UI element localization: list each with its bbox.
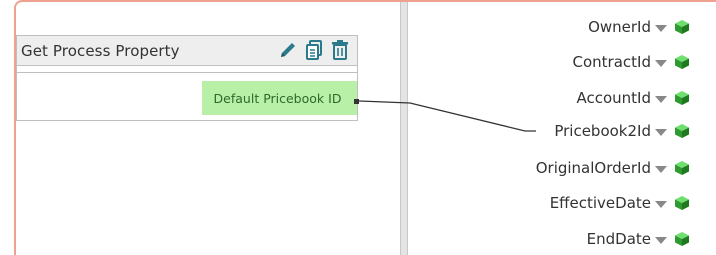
field-label: OriginalOrderId	[535, 159, 651, 177]
caret-down-icon[interactable]	[654, 124, 668, 138]
cube-icon	[674, 90, 690, 106]
field-label: AccountId	[576, 89, 651, 107]
field-label: OwnerId	[588, 18, 651, 36]
get-process-property-shape[interactable]: Get Process Property Default Pricebook I…	[16, 35, 358, 121]
copy-icon[interactable]	[303, 39, 325, 61]
target-field-ownerid[interactable]: OwnerId	[588, 16, 690, 38]
field-label: Pricebook2Id	[554, 122, 651, 140]
field-label: EndDate	[586, 230, 651, 248]
target-field-effectivedate[interactable]: EffectiveDate	[550, 192, 690, 214]
cube-icon	[674, 54, 690, 70]
caret-down-icon[interactable]	[654, 196, 668, 210]
shape-header: Get Process Property	[17, 36, 357, 66]
output-port-default-pricebook-id[interactable]: Default Pricebook ID	[202, 81, 357, 115]
target-field-accountid[interactable]: AccountId	[576, 87, 690, 109]
cube-icon	[674, 231, 690, 247]
target-field-originalorderid[interactable]: OriginalOrderId	[536, 157, 690, 179]
shape-title: Get Process Property	[21, 42, 180, 60]
field-label: EffectiveDate	[549, 194, 651, 212]
cube-icon	[674, 195, 690, 211]
panel-splitter[interactable]	[400, 2, 408, 255]
target-field-pricebook2id[interactable]: Pricebook2Id	[554, 120, 690, 142]
caret-down-icon[interactable]	[654, 91, 668, 105]
output-port-label: Default Pricebook ID	[213, 90, 342, 106]
caret-down-icon[interactable]	[654, 232, 668, 246]
cube-icon	[674, 160, 690, 176]
caret-down-icon[interactable]	[654, 161, 668, 175]
caret-down-icon[interactable]	[654, 55, 668, 69]
pencil-icon[interactable]	[277, 39, 299, 61]
output-connector-handle[interactable]	[354, 99, 359, 104]
trash-icon[interactable]	[329, 39, 351, 61]
target-field-enddate[interactable]: EndDate	[587, 228, 690, 250]
caret-down-icon[interactable]	[654, 20, 668, 34]
field-label: ContractId	[572, 53, 651, 71]
target-field-contractid[interactable]: ContractId	[573, 51, 690, 73]
cube-icon	[674, 123, 690, 139]
cube-icon	[674, 19, 690, 35]
shape-divider	[17, 72, 357, 73]
shape-actions	[277, 39, 351, 61]
